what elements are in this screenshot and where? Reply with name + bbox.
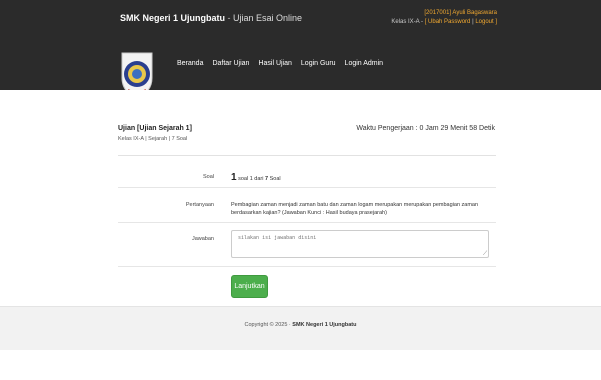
school-name: SMK Negeri 1 Ujungbatu: [120, 13, 226, 23]
soal-label: Soal: [202, 174, 214, 180]
logout-link[interactable]: Logout ]: [475, 19, 497, 25]
nav-item-login-guru[interactable]: Login Guru: [301, 60, 336, 67]
question-text: Pembagian zaman menjadi zaman batu dan z…: [231, 202, 479, 216]
top-header-bar: [0, 0, 601, 48]
header-spacer: [0, 90, 601, 112]
change-password-link[interactable]: [ Ubah Password: [425, 19, 471, 25]
exam-timer: Waktu Pengerjaan : 0 Jam 29 Menit 58 Det…: [356, 125, 495, 132]
exam-title: Ujian [Ujian Sejarah 1]: [118, 125, 192, 132]
copyright-text: Copyright © 2025 ·: [244, 322, 293, 328]
footer-school: SMK Negeri 1 Ujungbatu: [292, 322, 357, 328]
nav-bar: [0, 48, 601, 90]
row-divider: [118, 266, 496, 267]
nav-item-hasil-ujian[interactable]: Hasil Ujian: [258, 60, 291, 67]
answer-label: Jawaban: [191, 236, 214, 242]
footer-copyright: Copyright © 2025 · SMK Negeri 1 Ujungbat…: [0, 322, 601, 328]
question-label: Pertanyaan: [185, 202, 214, 208]
answer-input[interactable]: [231, 230, 489, 258]
user-info: [2017001] Ayuli Bagaswara Kelas IX-A - […: [391, 9, 497, 27]
row-divider: [118, 222, 496, 223]
resize-handle-icon[interactable]: ⟋: [483, 251, 487, 258]
brand-title[interactable]: SMK Negeri 1 Ujungbatu - Ujian Esai Onli…: [120, 13, 302, 23]
footer: [0, 306, 601, 350]
user-class: Kelas IX-A -: [391, 19, 425, 25]
nav-item-beranda[interactable]: Beranda: [177, 60, 203, 67]
question-counter: 1 soal 1 dari 7 Soal: [231, 172, 281, 183]
exam-subtitle: Kelas IX-A | Sejarah | 7 Soal: [118, 136, 188, 142]
question-counter-from: soal 1 dari: [236, 176, 265, 182]
continue-button[interactable]: Lanjutkan: [231, 275, 268, 298]
user-name: [2017001] Ayuli Bagaswara: [424, 10, 497, 16]
brand-separator: -: [225, 13, 234, 23]
row-divider: [118, 187, 496, 188]
brand-subtitle: Ujian Esai Online: [233, 13, 303, 23]
question-counter-suffix: Soal: [268, 176, 281, 182]
nav-item-daftar-ujian[interactable]: Daftar Ujian: [212, 60, 249, 67]
nav-item-login-admin[interactable]: Login Admin: [345, 60, 384, 67]
section-divider: [118, 155, 496, 156]
main-menu: Beranda Daftar Ujian Hasil Ujian Login G…: [177, 60, 383, 67]
user-actions: Kelas IX-A - [ Ubah Password | Logout ]: [391, 18, 497, 27]
